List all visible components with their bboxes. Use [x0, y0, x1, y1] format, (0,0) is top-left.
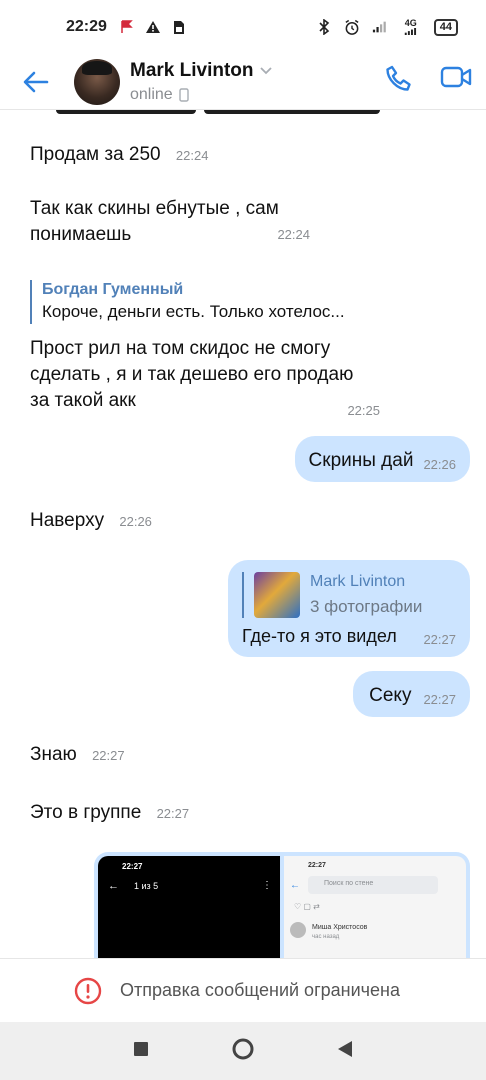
message-text: Скрины дай — [308, 450, 414, 471]
screenshot-time: 22:27 — [122, 862, 143, 871]
message-text: понимаешь — [30, 224, 132, 245]
battery-icon: 44 — [433, 18, 458, 36]
flag-icon — [119, 19, 135, 35]
message-text: Прост рил на том скидос не смогу — [30, 338, 331, 359]
home-circle-icon — [232, 1038, 254, 1059]
message-outgoing[interactable]: Секу 22:27 — [353, 671, 470, 717]
message-incoming[interactable]: Знаю 22:27 — [30, 742, 125, 769]
recents-button[interactable] — [132, 1040, 150, 1063]
message-list[interactable]: Продам за 250 22:24 Так как скины ебнуты… — [0, 110, 486, 958]
back-button[interactable] — [18, 64, 54, 100]
phone-icon — [386, 65, 411, 91]
call-button[interactable] — [384, 64, 414, 99]
message-time: 22:26 — [119, 514, 152, 529]
message-text: Наверху — [30, 510, 105, 531]
contact-info[interactable]: Mark Livinton online — [130, 60, 272, 104]
message-text: за такой акк — [30, 390, 136, 411]
screenshot-author-sub: час назад — [312, 934, 340, 940]
chevron-down-icon — [259, 66, 272, 74]
message-incoming[interactable]: Продам за 250 22:24 — [30, 142, 208, 169]
chat-header: Mark Livinton online — [0, 54, 486, 110]
screenshot-search-field: Поиск по стене — [308, 876, 438, 894]
screenshot-back-icon: ← — [290, 880, 300, 891]
warning-icon — [145, 19, 161, 35]
message-text: Так как скины ебнутые , сам — [30, 198, 279, 219]
message-time: 22:27 — [423, 632, 456, 647]
home-button[interactable] — [231, 1037, 255, 1066]
restriction-text: Отправка сообщений ограничена — [120, 980, 400, 1000]
message-text: сделать , я и так дешево его продаю — [30, 364, 354, 385]
network-4g-icon: 4G — [400, 19, 422, 35]
contact-name: Mark Livinton — [130, 59, 254, 81]
message-text: Продам за 250 — [30, 144, 161, 165]
message-outgoing-reply[interactable]: Mark Livinton 3 фотографии Где-то я это … — [228, 560, 470, 657]
screenshot-counter: 1 из 5 — [134, 881, 159, 891]
screenshot-author: Миша Христосов — [312, 924, 368, 931]
message-time: 22:27 — [92, 748, 125, 763]
screenshot-avatar — [290, 922, 306, 938]
send-restricted-banner: Отправка сообщений ограничена — [0, 958, 486, 1022]
screenshot-time: 22:27 — [308, 862, 326, 869]
reply-subtitle: 3 фотографии — [310, 597, 423, 616]
bluetooth-icon — [316, 19, 332, 35]
attachment-photo-left[interactable]: 22:27 ← 1 из 5 ⋮ — [98, 856, 280, 958]
message-time: 22:26 — [423, 457, 456, 472]
previous-photo-edge — [204, 110, 380, 114]
video-call-button[interactable] — [440, 64, 472, 99]
message-outgoing[interactable]: Скрины дай 22:26 — [294, 436, 470, 482]
message-text: Это в группе — [30, 802, 142, 823]
message-time: 22:24 — [277, 227, 310, 242]
message-text: Секу — [369, 685, 412, 706]
screenshot-reaction-icons: ♡ ▢ ⇄ — [294, 902, 320, 911]
triangle-back-icon — [338, 1040, 352, 1057]
status-time: 22:29 — [66, 18, 107, 35]
message-time: 22:27 — [156, 806, 190, 821]
message-incoming-reply[interactable]: Богдан Гуменный Короче, деньги есть. Тол… — [30, 280, 380, 418]
alarm-icon — [344, 19, 360, 35]
sim-icon — [171, 19, 187, 35]
avatar[interactable] — [74, 58, 120, 105]
screenshot-back-icon: ← — [108, 880, 119, 892]
message-text: Знаю — [30, 744, 77, 765]
signal-icon — [372, 19, 388, 35]
status-bar: 22:29 4G 44 — [0, 0, 486, 54]
system-nav-bar — [0, 1022, 486, 1080]
message-time: 22:27 — [423, 692, 456, 707]
photo-attachment[interactable]: 22:27 ← 1 из 5 ⋮ 22:27 ← Поиск по стене … — [94, 852, 470, 958]
message-incoming[interactable]: Это в группе 22:27 — [30, 800, 189, 827]
mobile-icon — [179, 87, 189, 102]
message-time: 22:25 — [347, 403, 380, 418]
contact-status: online — [130, 85, 173, 103]
message-text: Где-то я это видел — [242, 626, 397, 646]
reply-quote[interactable]: Mark Livinton 3 фотографии — [242, 572, 456, 618]
back-nav-button[interactable] — [336, 1039, 354, 1064]
network-label: 4G — [404, 18, 417, 28]
reply-author: Богдан Гуменный — [42, 281, 184, 298]
reply-text: Короче, деньги есть. Только хотелос... — [42, 302, 345, 321]
message-incoming[interactable]: Наверху 22:26 — [30, 508, 152, 535]
reply-quote[interactable]: Богдан Гуменный Короче, деньги есть. Тол… — [30, 280, 380, 324]
arrow-left-icon — [23, 71, 49, 92]
previous-photo-edge — [56, 110, 196, 114]
screenshot-more-icon: ⋮ — [262, 880, 272, 891]
error-circle-icon — [74, 977, 102, 1004]
reply-author: Mark Livinton — [310, 573, 406, 590]
video-camera-icon — [440, 66, 472, 88]
message-time: 22:24 — [175, 148, 209, 163]
square-icon — [134, 1041, 148, 1056]
message-incoming[interactable]: Так как скины ебнутые , сам понимаешь 22… — [30, 196, 310, 248]
attachment-photo-right[interactable]: 22:27 ← Поиск по стене ♡ ▢ ⇄ Миша Христо… — [284, 856, 466, 958]
photo-thumbnail — [254, 572, 300, 618]
